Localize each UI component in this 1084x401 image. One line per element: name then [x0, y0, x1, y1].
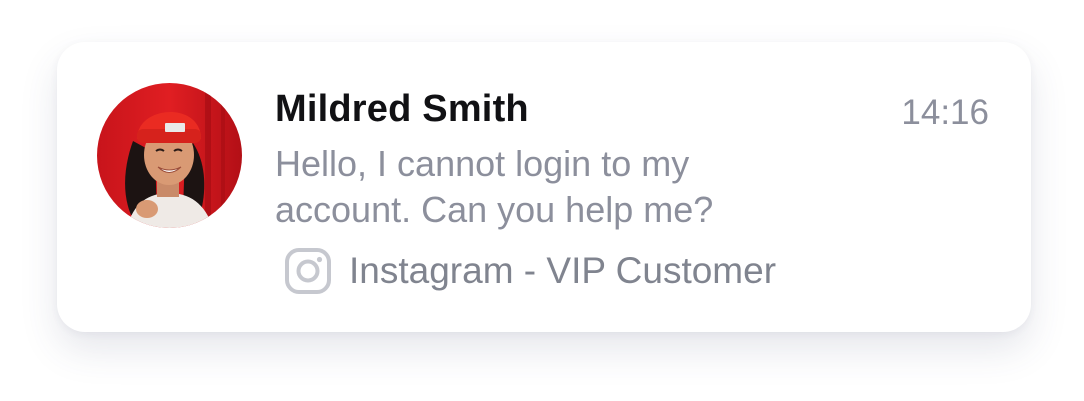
instagram-icon: [285, 248, 331, 294]
channel-info: Instagram - VIP Customer: [284, 246, 776, 296]
message-time: 14:16: [901, 93, 989, 132]
channel-label: Instagram - VIP Customer: [349, 250, 777, 291]
notification-stage: Mildred Smith 14:16 Hello, I cannot logi…: [0, 0, 1084, 401]
message-notification-card[interactable]: Mildred Smith 14:16 Hello, I cannot logi…: [57, 42, 1031, 332]
avatar: [97, 83, 242, 228]
message-preview: Hello, I cannot login to my account. Can…: [275, 143, 714, 230]
sender-name: Mildred Smith: [275, 88, 529, 130]
